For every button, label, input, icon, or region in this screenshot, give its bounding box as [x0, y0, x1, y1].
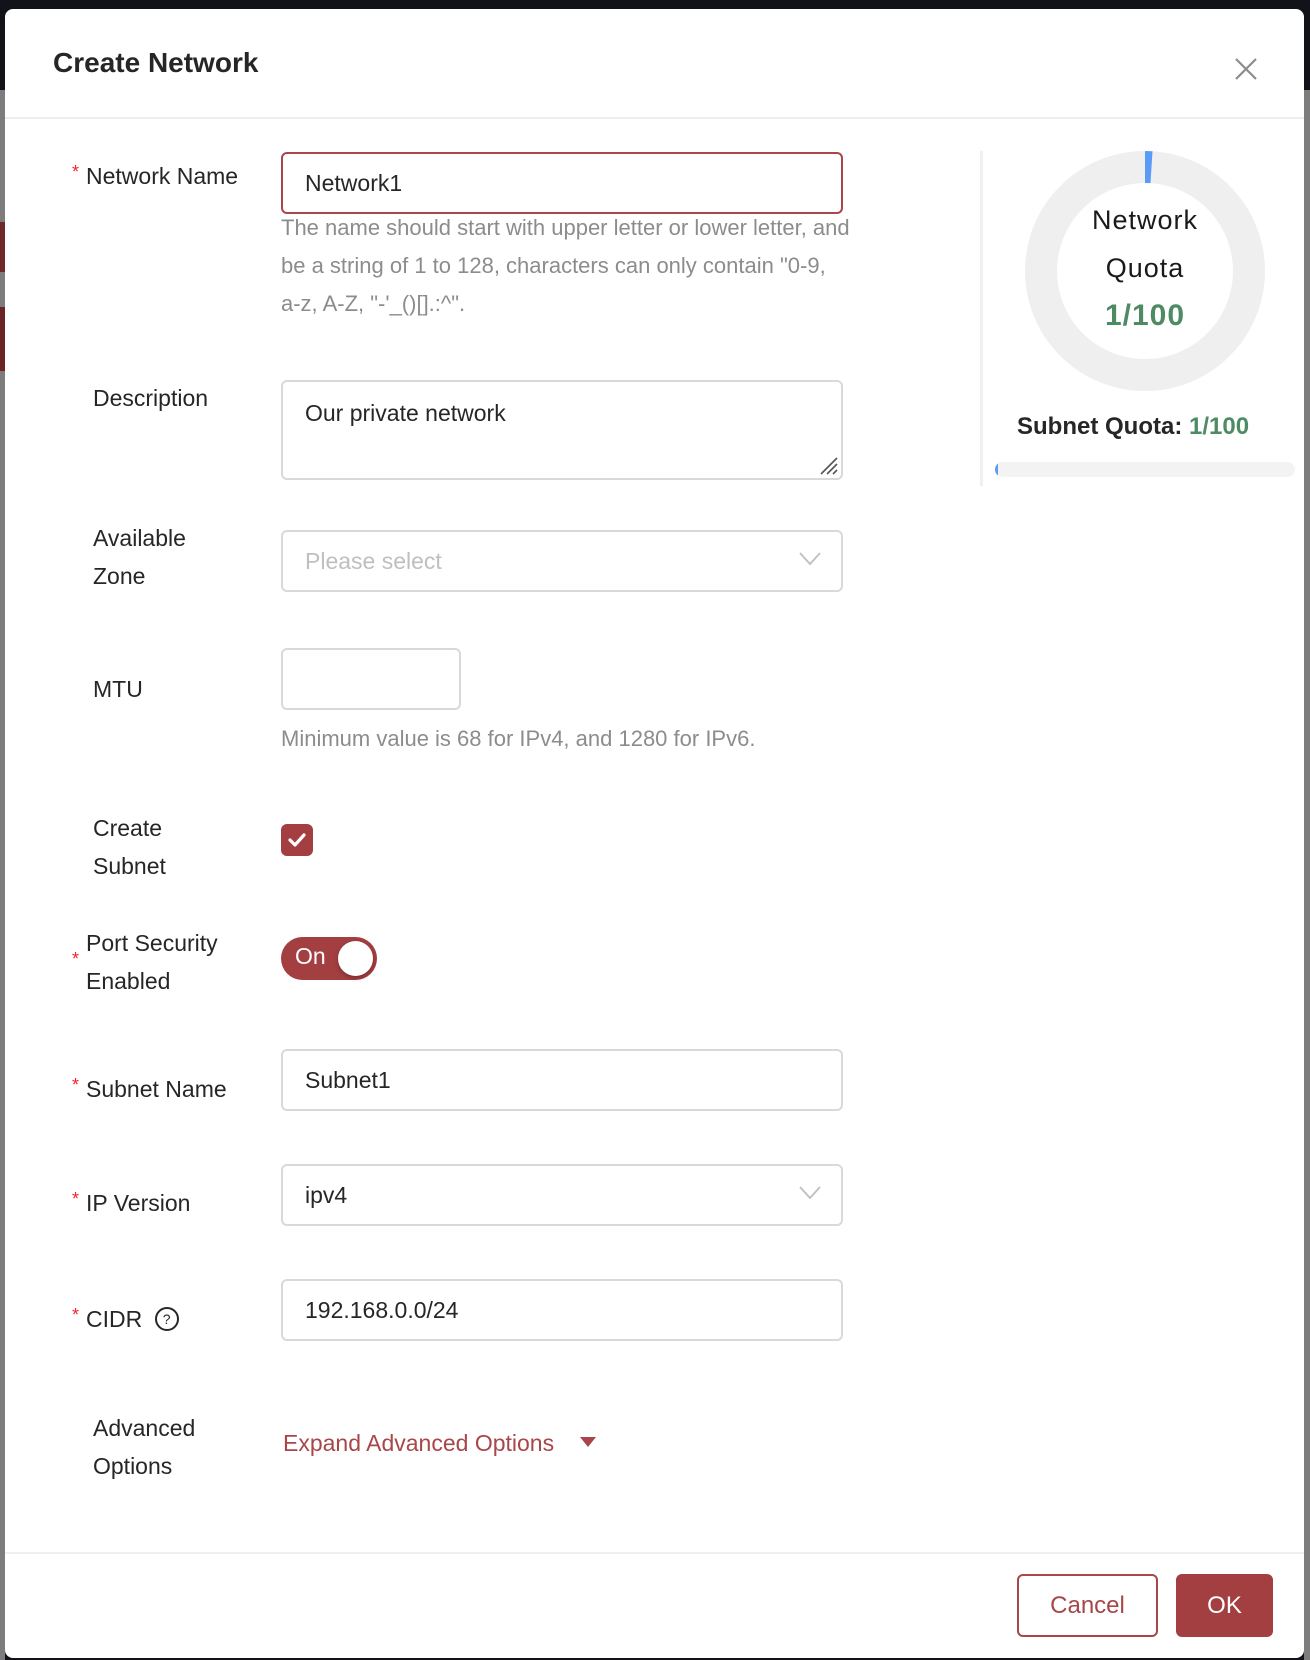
required-star: *: [72, 1305, 80, 1325]
advanced-options-label-line2: Options: [93, 1453, 173, 1479]
port-security-label: * Port Security Enabled: [72, 924, 256, 1000]
subnet-name-label: * Subnet Name: [72, 1070, 256, 1108]
network-quota-value: 1/100: [1104, 299, 1186, 332]
network-name-input[interactable]: Network1: [281, 152, 843, 214]
port-security-label-line2: Enabled: [86, 968, 171, 994]
advanced-options-label-line1: Advanced: [93, 1415, 196, 1441]
create-subnet-checkbox[interactable]: [281, 824, 313, 856]
description-textarea[interactable]: Our private network: [281, 380, 843, 480]
ip-version-label: * IP Version: [72, 1184, 256, 1222]
cidr-label-text: CIDR: [86, 1306, 143, 1332]
cidr-input[interactable]: 192.168.0.0/24: [281, 1279, 843, 1341]
available-zone-label-line1: Available: [93, 525, 186, 551]
modal-title: Create Network: [53, 47, 259, 78]
checkmark-icon: [288, 833, 306, 847]
close-icon: [1235, 58, 1257, 80]
create-subnet-label-line2: Subnet: [93, 853, 166, 879]
network-quota-label-line2: Quota: [1105, 253, 1185, 283]
cidr-value: 192.168.0.0/24: [305, 1297, 459, 1323]
subnet-quota-label: Subnet Quota:: [1017, 413, 1183, 440]
network-name-label: * Network Name: [72, 157, 256, 195]
toggle-knob: [338, 941, 373, 976]
close-button[interactable]: [1231, 54, 1261, 84]
caret-down-icon: [580, 1436, 597, 1447]
create-subnet-label-line1: Create: [93, 815, 163, 841]
advanced-options-label: Advanced Options: [93, 1409, 263, 1485]
quota-panel-divider: [980, 151, 983, 486]
subnet-quota-bar: [995, 462, 1295, 477]
toggle-state-text: On: [295, 943, 326, 969]
create-subnet-label: Create Subnet: [93, 809, 263, 885]
resize-handle-icon[interactable]: [815, 452, 839, 476]
create-network-modal: Create Network * Network Name Network1 T…: [5, 9, 1304, 1658]
network-name-value: Network1: [305, 170, 403, 196]
required-star: *: [72, 1075, 80, 1095]
required-star: *: [72, 162, 80, 182]
ip-version-value: ipv4: [305, 1182, 348, 1208]
mtu-label: MTU: [93, 676, 143, 702]
subnet-name-label-text: Subnet Name: [86, 1076, 227, 1102]
required-star: *: [72, 1189, 80, 1209]
available-zone-select[interactable]: Please select: [281, 530, 843, 592]
question-circle-icon[interactable]: ?: [154, 1306, 179, 1331]
modal-footer-divider: [5, 1552, 1304, 1554]
subnet-quota: Subnet Quota: 1/100: [1017, 413, 1249, 441]
available-zone-placeholder: Please select: [305, 548, 442, 574]
subnet-name-value: Subnet1: [305, 1067, 391, 1093]
expand-advanced-options-text: Expand Advanced Options: [283, 1430, 555, 1456]
ip-version-label-text: IP Version: [86, 1190, 191, 1216]
available-zone-label: Available Zone: [93, 519, 263, 595]
subnet-name-input[interactable]: Subnet1: [281, 1049, 843, 1111]
available-zone-label-line2: Zone: [93, 563, 146, 589]
mtu-input[interactable]: [281, 648, 461, 710]
ip-version-select[interactable]: ipv4: [281, 1164, 843, 1226]
chevron-down-icon: [799, 1186, 821, 1200]
port-security-toggle[interactable]: On: [281, 937, 377, 980]
background-overlay-right: [1304, 90, 1310, 1660]
network-name-label-text: Network Name: [86, 163, 239, 189]
modal-header: Create Network: [5, 9, 1304, 119]
chevron-down-icon: [799, 552, 821, 566]
description-value: Our private network: [305, 400, 506, 426]
network-name-help: The name should start with upper letter …: [281, 215, 850, 316]
required-star: *: [72, 949, 80, 969]
description-label: Description: [93, 385, 209, 411]
cidr-label: * CIDR ?: [72, 1300, 256, 1338]
subnet-quota-value: 1/100: [1189, 413, 1250, 440]
port-security-label-line1: Port Security: [86, 930, 218, 956]
mtu-help: Minimum value is 68 for IPv4, and 1280 f…: [281, 726, 756, 751]
subnet-quota-bar-fill: [995, 462, 998, 477]
cancel-button[interactable]: Cancel: [1017, 1574, 1158, 1637]
ok-button[interactable]: OK: [1176, 1574, 1273, 1637]
expand-advanced-options-link[interactable]: Expand Advanced Options: [283, 1430, 597, 1457]
network-quota-label-line1: Network: [1091, 205, 1199, 235]
